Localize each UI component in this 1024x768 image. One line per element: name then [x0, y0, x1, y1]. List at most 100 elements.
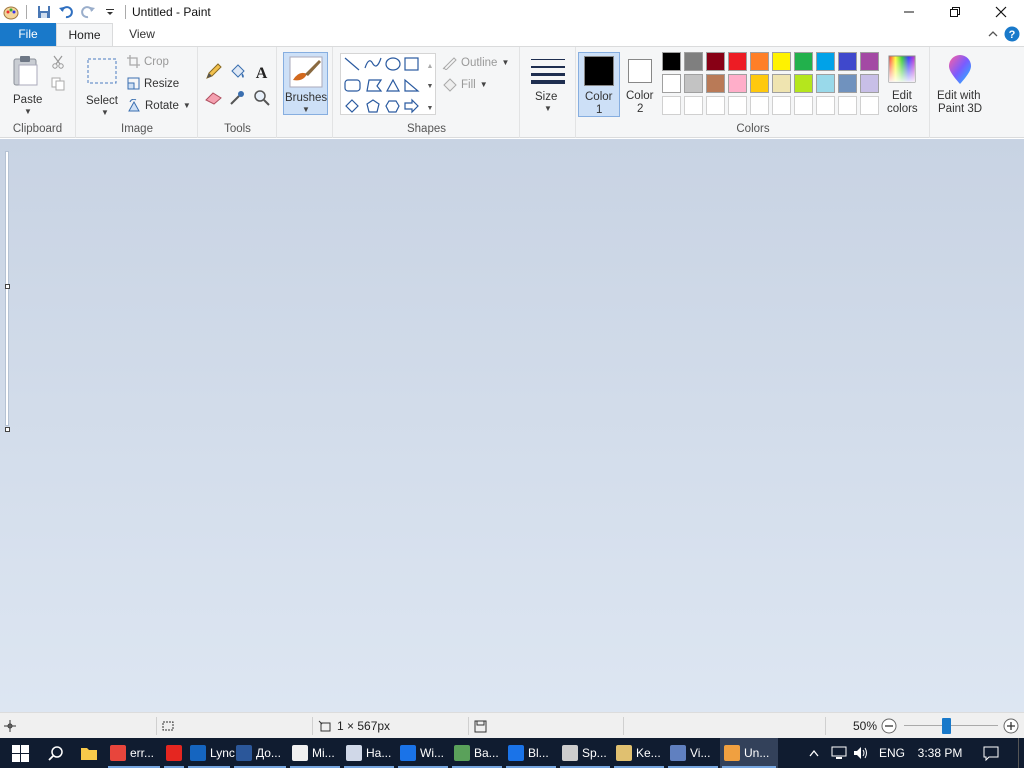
resize-button[interactable]: Resize: [127, 77, 179, 90]
palette-color-swatch[interactable]: [816, 52, 835, 71]
palette-color-swatch[interactable]: [772, 52, 791, 71]
zoom-slider[interactable]: [904, 713, 998, 739]
palette-color-swatch[interactable]: [860, 52, 879, 71]
edit-with-paint3d-button[interactable]: Edit with Paint 3D: [932, 52, 988, 118]
zoom-slider-thumb[interactable]: [942, 718, 951, 734]
size-button[interactable]: Size ▼: [526, 52, 570, 116]
palette-color-swatch[interactable]: [706, 52, 725, 71]
palette-custom-swatch[interactable]: [706, 96, 725, 115]
palette-color-swatch[interactable]: [728, 74, 747, 93]
text-tool-icon[interactable]: A: [253, 63, 270, 80]
volume-tray-button[interactable]: [852, 738, 870, 768]
palette-color-swatch[interactable]: [684, 52, 703, 71]
zoom-out-button[interactable]: [881, 713, 897, 739]
show-desktop-button[interactable]: [1018, 738, 1024, 768]
fill-bucket-icon[interactable]: [229, 63, 246, 80]
taskbar-app-button[interactable]: На...: [342, 738, 396, 768]
taskbar-app-button[interactable]: Un...: [720, 738, 778, 768]
palette-color-swatch[interactable]: [684, 74, 703, 93]
edit-colors-button[interactable]: Edit colors: [882, 52, 924, 117]
palette-color-swatch[interactable]: [794, 74, 813, 93]
palette-color-swatch[interactable]: [662, 52, 681, 71]
palette-color-swatch[interactable]: [772, 74, 791, 93]
color2-button[interactable]: Color 2: [622, 52, 660, 117]
palette-color-swatch[interactable]: [750, 52, 769, 71]
shapes-expand-icon[interactable]: ▼: [427, 105, 434, 112]
network-tray-button[interactable]: [830, 738, 848, 768]
shape-rectangle[interactable]: [404, 57, 419, 71]
taskbar-app-button[interactable]: Bl...: [504, 738, 558, 768]
crop-button[interactable]: Crop: [127, 55, 169, 68]
fill-button[interactable]: Fill ▼: [442, 77, 488, 92]
tab-home[interactable]: Home: [56, 23, 113, 46]
shapes-gallery[interactable]: ▲ ▼ ▼: [340, 53, 436, 115]
shape-triangle[interactable]: [385, 78, 401, 92]
taskbar-app-button[interactable]: Lync: [186, 738, 235, 768]
eraser-icon[interactable]: [205, 91, 222, 105]
taskbar-app-button[interactable]: Wi...: [396, 738, 450, 768]
paste-button[interactable]: Paste ▼: [5, 51, 47, 116]
palette-custom-swatch[interactable]: [860, 96, 879, 115]
palette-custom-swatch[interactable]: [684, 96, 703, 115]
rotate-button[interactable]: Rotate ▼: [127, 99, 191, 112]
close-button[interactable]: [978, 0, 1024, 23]
palette-color-swatch[interactable]: [706, 74, 725, 93]
taskbar-app-button[interactable]: Sp...: [558, 738, 612, 768]
palette-custom-swatch[interactable]: [662, 96, 681, 115]
minimize-button[interactable]: [886, 0, 932, 23]
taskbar-app-button[interactable]: [162, 738, 186, 768]
shape-oval[interactable]: [385, 57, 401, 71]
taskbar-app-button[interactable]: Ke...: [612, 738, 666, 768]
shape-diamond[interactable]: [345, 99, 359, 113]
help-icon[interactable]: ?: [1004, 26, 1020, 42]
palette-custom-swatch[interactable]: [816, 96, 835, 115]
palette-color-swatch[interactable]: [728, 52, 747, 71]
shape-rounded-rectangle[interactable]: [344, 79, 361, 92]
palette-color-swatch[interactable]: [662, 74, 681, 93]
undo-icon[interactable]: [55, 1, 77, 23]
resize-handle-corner[interactable]: [5, 427, 10, 432]
taskbar-file-explorer[interactable]: [78, 738, 100, 768]
taskbar-app-button[interactable]: err...: [106, 738, 162, 768]
shape-polygon[interactable]: [366, 79, 383, 92]
brushes-button[interactable]: Brushes ▼: [283, 52, 328, 115]
shape-arrow[interactable]: [404, 98, 419, 114]
tab-file[interactable]: File: [0, 23, 56, 46]
customize-qa-icon[interactable]: [99, 1, 121, 23]
color-picker-icon[interactable]: [229, 89, 246, 106]
canvas-workspace[interactable]: [0, 139, 1024, 712]
language-indicator[interactable]: ENG: [879, 738, 905, 768]
shape-right-triangle[interactable]: [404, 78, 420, 92]
clock[interactable]: 3:38 PM: [914, 738, 966, 768]
cut-icon[interactable]: [51, 55, 65, 69]
start-button[interactable]: [0, 738, 40, 768]
resize-handle-right[interactable]: [5, 284, 10, 289]
copy-icon[interactable]: [51, 77, 65, 91]
minimize-ribbon-icon[interactable]: [988, 30, 998, 38]
tab-view[interactable]: View: [116, 23, 168, 46]
palette-color-swatch[interactable]: [750, 74, 769, 93]
palette-color-swatch[interactable]: [838, 74, 857, 93]
color1-button[interactable]: Color 1: [578, 52, 620, 117]
taskbar-app-button[interactable]: Ba...: [450, 738, 504, 768]
taskbar-app-button[interactable]: До...: [232, 738, 288, 768]
taskbar-app-button[interactable]: Vi...: [666, 738, 720, 768]
shape-curve[interactable]: [364, 57, 382, 69]
search-button[interactable]: [40, 738, 72, 768]
restore-button[interactable]: [932, 0, 978, 23]
show-hidden-icons-button[interactable]: [806, 738, 822, 768]
action-center-button[interactable]: [978, 738, 1004, 768]
palette-custom-swatch[interactable]: [838, 96, 857, 115]
palette-color-swatch[interactable]: [838, 52, 857, 71]
select-button[interactable]: Select ▼: [81, 51, 123, 117]
palette-color-swatch[interactable]: [794, 52, 813, 71]
palette-custom-swatch[interactable]: [772, 96, 791, 115]
palette-custom-swatch[interactable]: [750, 96, 769, 115]
palette-custom-swatch[interactable]: [728, 96, 747, 115]
shape-pentagon[interactable]: [366, 99, 380, 113]
paint-app-icon[interactable]: [0, 1, 22, 23]
palette-color-swatch[interactable]: [860, 74, 879, 93]
magnifier-icon[interactable]: [253, 89, 270, 106]
palette-custom-swatch[interactable]: [794, 96, 813, 115]
zoom-in-button[interactable]: [1003, 713, 1019, 739]
